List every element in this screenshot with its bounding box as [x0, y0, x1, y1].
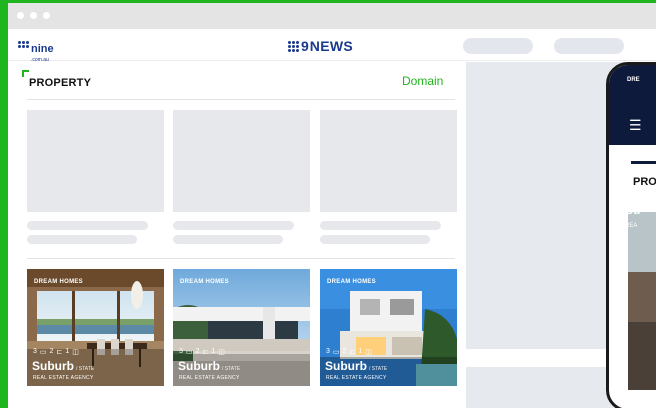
phone-card-agency: REA [625, 223, 638, 229]
section-corner-mark [22, 70, 29, 77]
bath-count: 2 [195, 348, 200, 355]
bath-icon: ⊏ [202, 349, 209, 356]
phone-property-photo [628, 212, 656, 390]
phone-property-card[interactable] [628, 212, 656, 390]
card-state: / STATE [76, 366, 95, 372]
hamburger-menu-icon[interactable]: ☰ [629, 117, 642, 134]
card-label: DREAM HOMES [34, 279, 83, 285]
domain-logo[interactable]: Domain [402, 74, 443, 88]
car-icon: ◫ [72, 349, 79, 356]
window-dot-maximize[interactable] [43, 12, 50, 19]
bed-icon: ▭ [332, 349, 340, 356]
browser-chrome [8, 3, 656, 29]
phone-mockup: ☰ PRO DRE 3 Su REA [606, 62, 656, 408]
placeholder-line [173, 221, 294, 230]
nine-logo-text: nine [31, 43, 54, 55]
placeholder-card-image-2 [173, 110, 310, 212]
placeholder-line [27, 235, 137, 244]
bath-count: 2 [49, 348, 54, 355]
placeholder-card-image-1 [27, 110, 164, 212]
9news-nine-glyph: 9 [301, 38, 309, 54]
card-suburb: Suburb / STATE [178, 359, 241, 373]
header-pill-placeholder-1[interactable] [463, 38, 533, 54]
bed-icon: ▭ [185, 349, 193, 356]
property-card-2[interactable]: DREAM HOMES 3 ▭ 2 ⊏ 1 ◫ Suburb / STATE REAL … [173, 269, 310, 386]
bed-icon: ▭ [39, 349, 47, 356]
card-suburb: Suburb / STATE [325, 359, 388, 373]
phone-section-title: PRO [633, 176, 656, 188]
bath-count: 2 [342, 348, 347, 355]
placeholder-card-image-3 [320, 110, 457, 212]
card-label: DREAM HOMES [180, 279, 229, 285]
nine-logo[interactable]: nine .com.au [18, 39, 54, 63]
9news-logo[interactable]: 9 NEWS [288, 38, 353, 54]
card-state: / STATE [222, 366, 241, 372]
card-agency: REAL ESTATE AGENCY [179, 375, 240, 381]
window-dot-close[interactable] [17, 12, 24, 19]
card-agency: REAL ESTATE AGENCY [33, 375, 94, 381]
9news-dots-icon [288, 40, 299, 52]
header-pill-placeholder-2[interactable] [554, 38, 624, 54]
card-features: 3 ▭ 2 ⊏ 1 ◫ [326, 348, 372, 356]
bed-count: 3 [33, 348, 37, 355]
car-icon: ◫ [218, 349, 225, 356]
window-dot-minimize[interactable] [30, 12, 37, 19]
placeholder-line [27, 221, 148, 230]
card-suburb: Suburb / STATE [32, 359, 95, 373]
car-count: 1 [65, 348, 70, 355]
section-title: PROPERTY [29, 77, 92, 89]
placeholder-line [320, 221, 441, 230]
card-features: 3 ▭ 2 ⊏ 1 ◫ [179, 348, 225, 356]
bed-count: 3 [179, 348, 183, 355]
9news-logo-text: NEWS [309, 38, 353, 54]
bed-count: 3 [326, 348, 330, 355]
card-agency: REAL ESTATE AGENCY [326, 375, 387, 381]
section-divider-2 [27, 258, 455, 259]
card-label: DREAM HOMES [327, 279, 376, 285]
property-card-1[interactable]: DREAM HOMES 3 ▭ 2 ⊏ 1 ◫ Suburb / STATE REAL … [27, 269, 164, 386]
bath-icon: ⊏ [349, 349, 356, 356]
bath-icon: ⊏ [56, 349, 63, 356]
phone-section-rule [631, 161, 656, 164]
nine-dots-icon [18, 41, 29, 48]
car-count: 1 [358, 348, 363, 355]
car-count: 1 [211, 348, 216, 355]
placeholder-line [173, 235, 283, 244]
section-divider [27, 99, 455, 100]
car-icon: ◫ [365, 349, 372, 356]
property-card-3[interactable]: DREAM HOMES 3 ▭ 2 ⊏ 1 ◫ Suburb / STATE REAL … [320, 269, 457, 386]
placeholder-line [320, 235, 430, 244]
site-header: nine .com.au 9 NEWS [8, 29, 656, 63]
phone-card-features: 3 [627, 181, 632, 190]
card-state: / STATE [369, 366, 388, 372]
card-features: 3 ▭ 2 ⊏ 1 ◫ [33, 348, 79, 356]
phone-card-label: DRE [627, 77, 640, 83]
phone-card-suburb: Su [625, 203, 641, 217]
